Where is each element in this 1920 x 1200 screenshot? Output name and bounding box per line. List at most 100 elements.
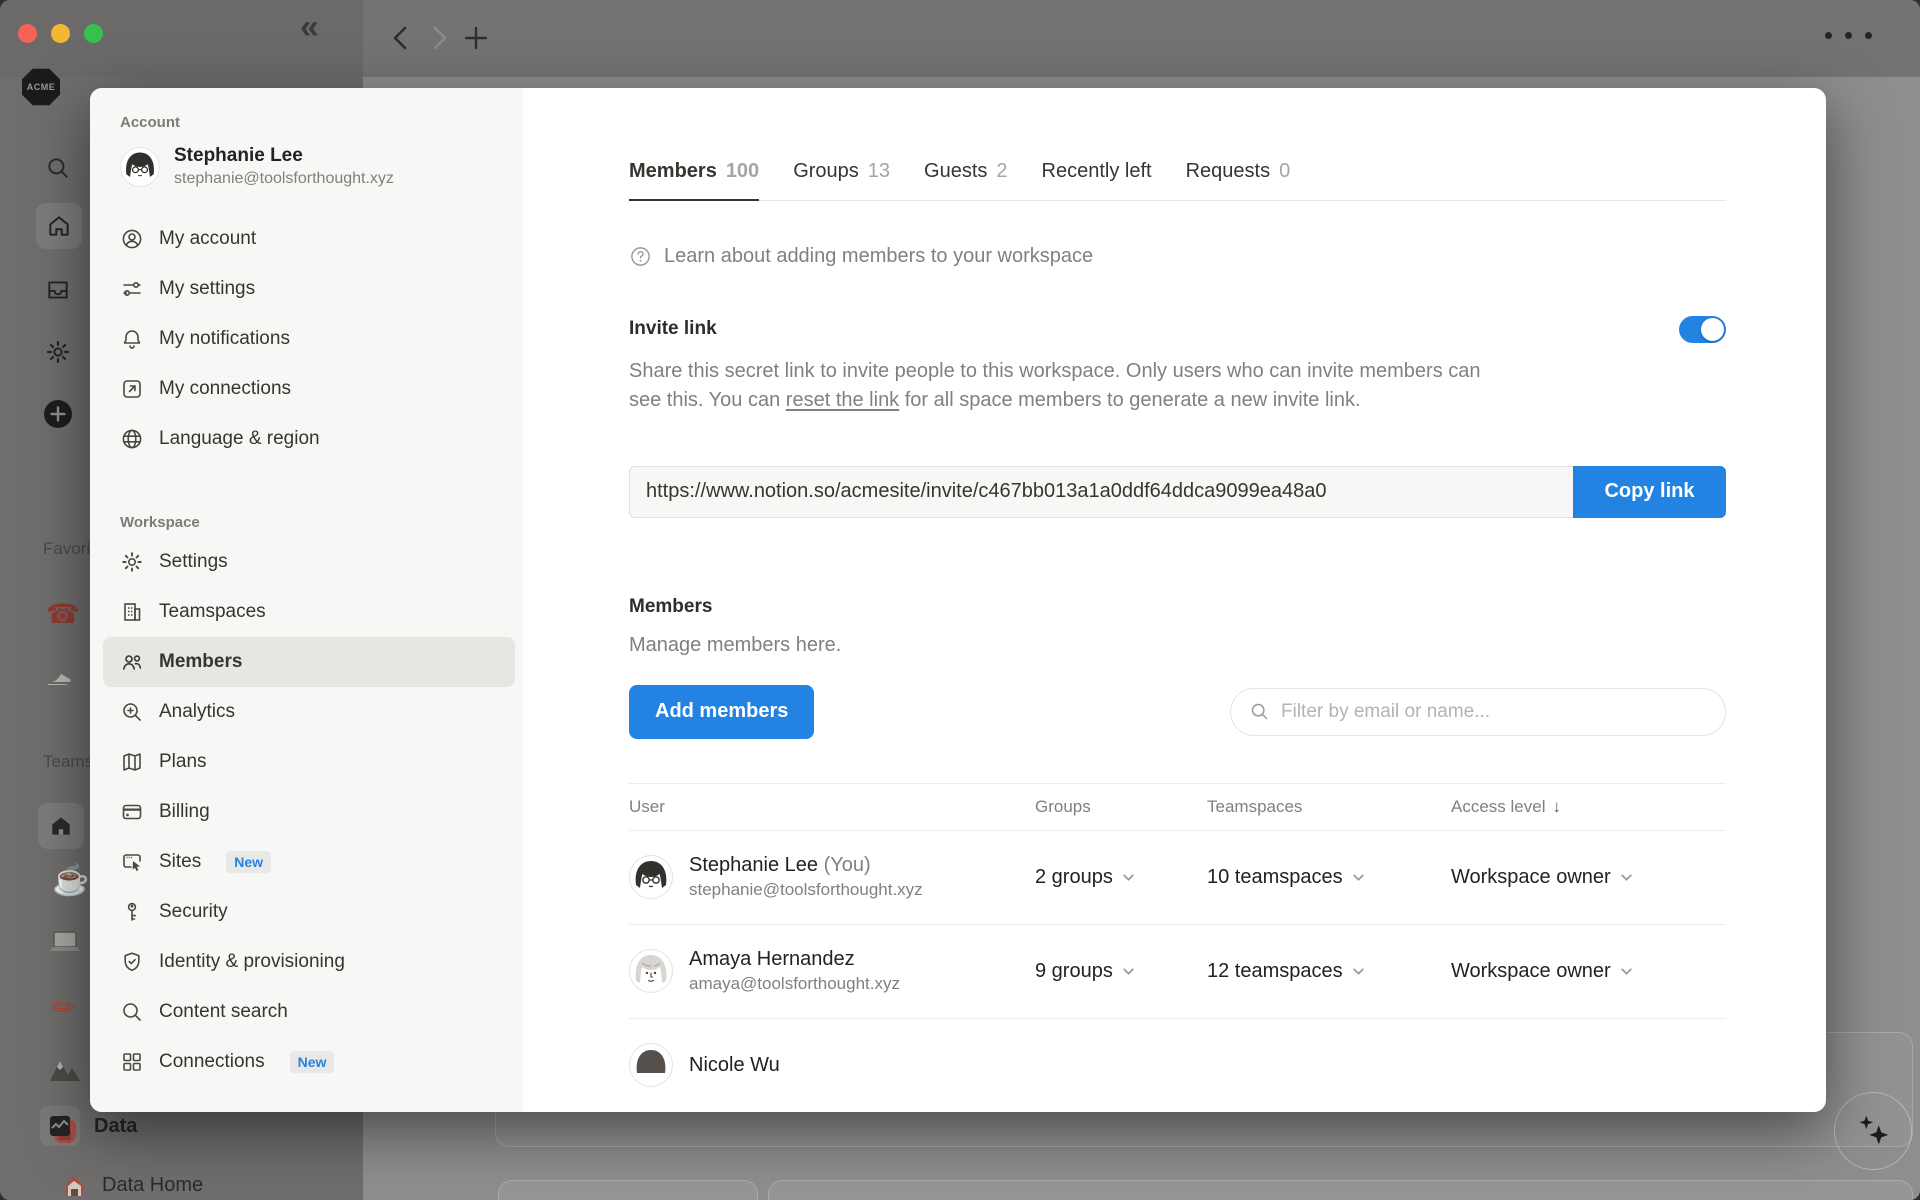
key-icon xyxy=(127,902,137,921)
column-header-groups[interactable]: Groups xyxy=(1035,797,1207,817)
members-section-title: Members xyxy=(629,595,713,617)
members-table: User Groups Teamspaces Access level ↓ Ste… xyxy=(629,782,1726,1112)
column-header-teamspaces[interactable]: Teamspaces xyxy=(1207,797,1451,817)
mountain-emoji-icon[interactable] xyxy=(48,1055,82,1088)
sidebar-item-label: My notifications xyxy=(159,328,290,349)
minimize-window-button[interactable] xyxy=(51,24,70,43)
tab-guests[interactable]: Guests 2 xyxy=(924,160,1007,200)
sidebar-item-my-notifications[interactable]: My notifications xyxy=(103,314,515,364)
sliders-icon xyxy=(123,282,141,297)
invite-url-field[interactable] xyxy=(629,465,1573,518)
sidebar-item-data[interactable]: Data xyxy=(40,1106,137,1146)
chevron-down-icon xyxy=(1123,874,1134,881)
tab-requests[interactable]: Requests 0 xyxy=(1186,160,1291,200)
sidebar-item-content-search[interactable]: Content search xyxy=(103,987,515,1037)
sidebar-item-label: Billing xyxy=(159,801,210,822)
teamspace-home-icon[interactable] xyxy=(38,803,84,849)
back-icon[interactable] xyxy=(388,22,414,59)
workspace-logo[interactable]: ACME xyxy=(22,68,60,106)
chevron-down-icon xyxy=(1123,968,1134,975)
column-header-access-level[interactable]: Access level ↓ xyxy=(1451,797,1726,817)
sidebar-item-label: Plans xyxy=(159,751,207,772)
access-level-dropdown[interactable]: Workspace owner xyxy=(1451,866,1726,889)
workspace-section-heading: Workspace xyxy=(120,514,200,531)
sort-descending-icon: ↓ xyxy=(1552,796,1561,816)
new-tab-plus-icon[interactable] xyxy=(462,24,490,57)
sidebar-item-analytics[interactable]: Analytics xyxy=(103,687,515,737)
members-settings-panel: Members 100 Groups 13 Guests 2 Recently lef… xyxy=(523,88,1826,1112)
copy-link-button[interactable]: Copy link xyxy=(1573,465,1726,518)
coffee-emoji-icon[interactable]: ☕ xyxy=(52,863,89,898)
sidebar-item-teamspaces[interactable]: Teamspaces xyxy=(103,587,515,637)
reset-link[interactable]: reset the link xyxy=(786,389,899,411)
sidebar-item-settings[interactable]: Settings xyxy=(103,537,515,587)
laptop-emoji-icon[interactable] xyxy=(48,929,82,962)
chart-thumbnail-icon xyxy=(40,1106,80,1146)
sidebar-item-language-region[interactable]: Language & region xyxy=(103,414,515,464)
credit-card-icon xyxy=(122,804,142,820)
groups-dropdown[interactable]: 9 groups xyxy=(1035,960,1207,983)
sidebar-item-security[interactable]: Security xyxy=(103,887,515,937)
table-row: Nicole Wu xyxy=(629,1019,1726,1112)
access-level-dropdown[interactable]: Workspace owner xyxy=(1451,960,1726,983)
zoom-window-button[interactable] xyxy=(84,24,103,43)
person-circle-icon xyxy=(122,229,142,249)
sidebar-collapse-icon[interactable]: « xyxy=(300,8,319,47)
account-profile[interactable]: Stephanie Lee stephanie@toolsforthought.… xyxy=(103,145,515,188)
invite-link-description: Share this secret link to invite people … xyxy=(629,359,1481,412)
magnifier-icon xyxy=(123,1003,141,1021)
add-members-button[interactable]: Add members xyxy=(629,684,815,739)
column-header-user[interactable]: User xyxy=(629,797,1035,817)
tab-recently-left[interactable]: Recently left xyxy=(1042,160,1152,200)
sidebar-item-identity-provisioning[interactable]: Identity & provisioning xyxy=(103,937,515,987)
sidebar-item-connections[interactable]: Connections New xyxy=(103,1037,515,1087)
browser-cursor-icon xyxy=(123,854,141,871)
settings-gear-icon[interactable] xyxy=(45,339,71,370)
sidebar-item-sites[interactable]: Sites New xyxy=(103,837,515,887)
forward-icon[interactable] xyxy=(426,22,452,59)
sidebar-item-my-settings[interactable]: My settings xyxy=(103,264,515,314)
home-nav-icon[interactable] xyxy=(36,203,82,249)
new-page-plus-icon[interactable] xyxy=(43,399,73,434)
background-card xyxy=(768,1180,1913,1200)
search-icon[interactable] xyxy=(45,155,71,186)
sidebar-item-billing[interactable]: Billing xyxy=(103,787,515,837)
member-name: Amaya Hernandez xyxy=(689,948,855,971)
sidebar-item-plans[interactable]: Plans xyxy=(103,737,515,787)
member-name: Nicole Wu xyxy=(689,1053,780,1076)
phone-emoji-icon[interactable]: ☎ xyxy=(46,599,80,630)
invite-link-toggle[interactable] xyxy=(1679,315,1726,343)
tab-groups[interactable]: Groups 13 xyxy=(793,160,890,200)
sidebar-item-label: Language & region xyxy=(159,428,320,449)
members-tabs: Members 100 Groups 13 Guests 2 Recently lef… xyxy=(629,88,1726,201)
close-window-button[interactable] xyxy=(18,24,37,43)
house-emoji-icon xyxy=(58,1168,88,1200)
chevron-down-icon xyxy=(1352,968,1364,975)
sidebar-item-label: Sites xyxy=(159,851,202,872)
titlebar-right xyxy=(363,0,1920,77)
profile-email: stephanie@toolsforthought.xyz xyxy=(174,170,394,187)
teamspaces-dropdown[interactable]: 12 teamspaces xyxy=(1207,960,1451,983)
settings-dialog: Account Stephanie Lee stephanie@toolsfor… xyxy=(90,88,1826,1112)
sidebar-item-data-home[interactable]: Data Home xyxy=(58,1168,203,1200)
avatar xyxy=(629,855,673,900)
arrow-up-right-box-icon xyxy=(123,380,141,398)
sidebar-item-label: Security xyxy=(159,901,228,922)
inbox-icon[interactable] xyxy=(45,277,71,308)
more-options-icon[interactable] xyxy=(1825,32,1872,39)
sidebar-item-my-account[interactable]: My account xyxy=(103,214,515,264)
member-filter[interactable] xyxy=(1230,687,1726,736)
globe-icon xyxy=(122,429,142,449)
learn-about-members-link[interactable]: Learn about adding members to your works… xyxy=(629,245,1726,268)
sidebar-item-my-connections[interactable]: My connections xyxy=(103,364,515,414)
filter-input[interactable] xyxy=(1281,700,1707,723)
tab-members[interactable]: Members 100 xyxy=(629,160,760,201)
notion-ai-button[interactable] xyxy=(1834,1092,1912,1170)
sidebar-item-members[interactable]: Members xyxy=(103,637,515,687)
new-badge: New xyxy=(289,1051,335,1073)
teamspaces-dropdown[interactable]: 10 teamspaces xyxy=(1207,866,1451,889)
pencil-emoji-icon[interactable]: ✏ xyxy=(52,991,75,1024)
groups-dropdown[interactable]: 2 groups xyxy=(1035,866,1207,889)
sneaker-emoji-icon[interactable] xyxy=(44,663,76,694)
avatar xyxy=(629,949,673,994)
